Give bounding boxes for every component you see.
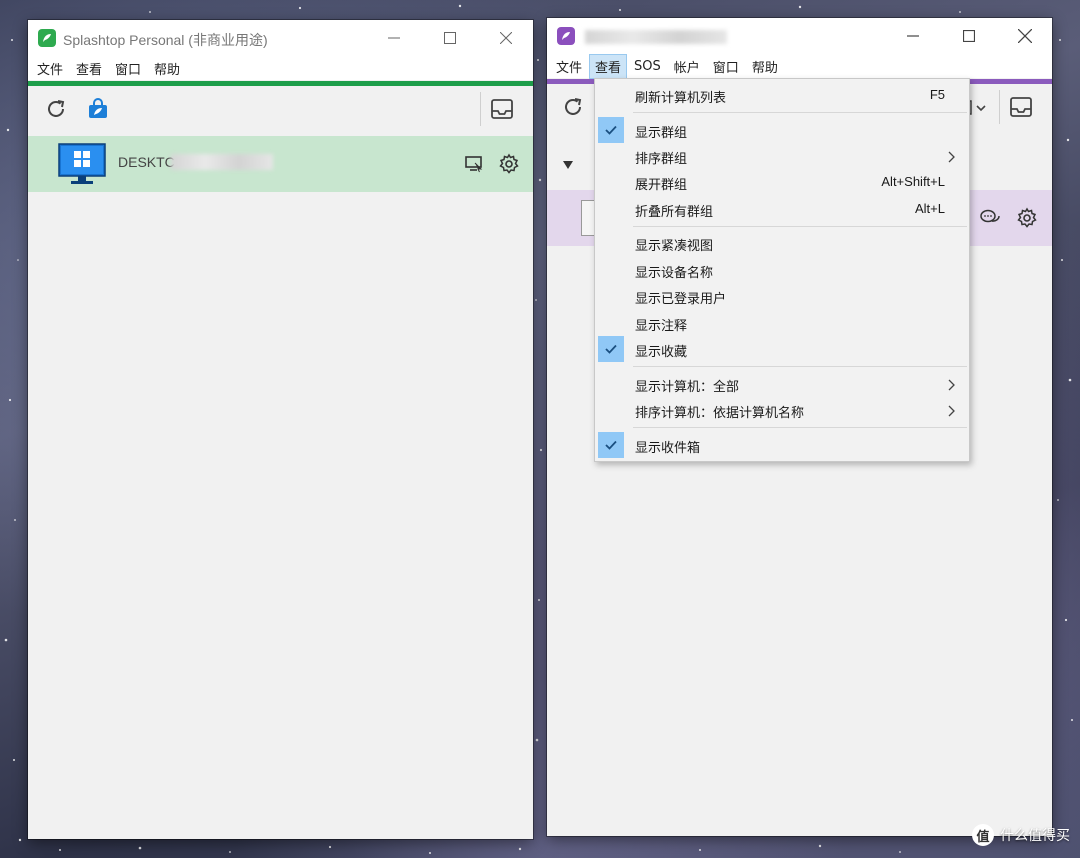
menu-separator	[633, 112, 967, 113]
menu-item-label: 展开群组	[635, 178, 688, 193]
menu-item-show-notes[interactable]: 显示注释	[595, 310, 969, 336]
group-expand-arrow-icon[interactable]	[563, 155, 573, 169]
close-button[interactable]	[483, 20, 529, 56]
title-bar[interactable]	[547, 18, 1052, 54]
menu-window[interactable]: 窗口	[708, 55, 744, 78]
menu-item-label: 显示已登录用户	[635, 292, 727, 307]
menu-item-show-logged-user[interactable]: 显示已登录用户	[595, 283, 969, 309]
submenu-arrow-icon	[947, 377, 957, 391]
computer-name: DESKTC	[118, 154, 175, 170]
menu-item-label: 显示收藏	[635, 345, 688, 360]
menu-item-label: 显示注释	[635, 319, 688, 334]
maximize-button[interactable]	[946, 18, 992, 54]
title-bar[interactable]: Splashtop Personal (非商业用途)	[28, 20, 533, 56]
watermark: 值 什么值得买	[972, 824, 1070, 846]
menu-sos[interactable]: SOS	[629, 57, 666, 76]
menu-item-label: 显示紧凑视图	[635, 239, 714, 254]
view-toggle-chevron-down-icon[interactable]	[966, 98, 991, 118]
menu-item-label: 刷新计算机列表	[635, 91, 727, 106]
menu-item-compact-view[interactable]: 显示紧凑视图	[595, 230, 969, 256]
refresh-icon[interactable]	[557, 91, 589, 123]
gear-icon[interactable]	[498, 153, 520, 175]
menu-window[interactable]: 窗口	[110, 57, 146, 80]
menu-item-show-favorites[interactable]: 显示收藏	[595, 336, 969, 362]
view-menu-dropdown: 刷新计算机列表 F5 显示群组 排序群组 展开群组 Alt+Shift+L 折叠…	[594, 78, 970, 462]
splashtop-personal-window: Splashtop Personal (非商业用途) 文件 查看 窗口 帮助 D…	[28, 20, 533, 839]
menu-item-show-groups[interactable]: 显示群组	[595, 117, 969, 143]
menu-item-sort-groups[interactable]: 排序群组	[595, 143, 969, 169]
check-icon	[598, 336, 624, 362]
remote-desktop-icon[interactable]	[464, 154, 484, 174]
splashtop-app-icon	[557, 27, 575, 45]
menu-bar: 文件 查看 SOS 帐户 窗口 帮助	[547, 53, 1052, 79]
menu-item-label: 排序计算机：依据计算机名称	[635, 406, 805, 421]
inbox-icon[interactable]	[486, 93, 518, 125]
chat-icon[interactable]	[979, 207, 1001, 229]
watermark-text: 什么值得买	[1000, 828, 1070, 844]
splashtop-app-icon	[38, 29, 56, 47]
redacted-name	[171, 154, 273, 170]
check-icon	[598, 432, 624, 458]
menu-view[interactable]: 查看	[589, 53, 628, 79]
menu-item-refresh-list[interactable]: 刷新计算机列表 F5	[595, 82, 969, 108]
store-bag-icon[interactable]	[82, 93, 114, 125]
menu-separator	[633, 366, 967, 367]
toolbar-separator	[480, 92, 481, 126]
check-icon	[598, 117, 624, 143]
menu-item-label: 显示群组	[635, 126, 688, 141]
computer-thumbnail	[581, 200, 595, 236]
menu-item-shortcut: Alt+L	[915, 201, 945, 216]
menu-item-label: 显示收件箱	[635, 441, 701, 456]
minimize-button[interactable]	[371, 20, 417, 56]
menu-item-label: 显示计算机：全部	[635, 380, 740, 395]
menu-item-label: 排序群组	[635, 152, 688, 167]
menu-file[interactable]: 文件	[32, 57, 68, 80]
menu-bar: 文件 查看 窗口 帮助	[28, 56, 533, 80]
menu-separator	[633, 427, 967, 428]
menu-item-label: 显示设备名称	[635, 266, 714, 281]
close-button[interactable]	[1002, 18, 1048, 54]
gear-icon[interactable]	[1016, 207, 1038, 229]
menu-item-label: 折叠所有群组	[635, 205, 714, 220]
menu-item-show-computers[interactable]: 显示计算机：全部	[595, 371, 969, 397]
submenu-arrow-icon	[947, 403, 957, 417]
menu-item-expand-groups[interactable]: 展开群组 Alt+Shift+L	[595, 169, 969, 195]
watermark-logo-icon: 值	[972, 824, 994, 846]
menu-item-show-inbox[interactable]: 显示收件箱	[595, 432, 969, 458]
toolbar	[28, 88, 533, 132]
redacted-title	[585, 30, 727, 44]
window-title: Splashtop Personal (非商业用途)	[63, 32, 268, 48]
menu-separator	[633, 226, 967, 227]
menu-item-show-device-name[interactable]: 显示设备名称	[595, 257, 969, 283]
menu-item-sort-computers[interactable]: 排序计算机：依据计算机名称	[595, 397, 969, 423]
menu-item-shortcut: Alt+Shift+L	[881, 174, 945, 189]
submenu-arrow-icon	[947, 149, 957, 163]
windows-monitor-icon	[58, 143, 106, 185]
menu-view[interactable]: 查看	[71, 57, 107, 80]
menu-help[interactable]: 帮助	[149, 57, 185, 80]
minimize-button[interactable]	[890, 18, 936, 54]
computer-row[interactable]: DESKTC	[28, 136, 533, 192]
refresh-icon[interactable]	[40, 93, 72, 125]
maximize-button[interactable]	[427, 20, 473, 56]
menu-account[interactable]: 帐户	[669, 55, 705, 78]
menu-help[interactable]: 帮助	[747, 55, 783, 78]
inbox-icon[interactable]	[1005, 91, 1037, 123]
accent-bar	[28, 81, 533, 86]
menu-file[interactable]: 文件	[551, 55, 587, 78]
toolbar-separator	[999, 90, 1000, 124]
menu-item-shortcut: F5	[929, 87, 945, 102]
menu-item-collapse-groups[interactable]: 折叠所有群组 Alt+L	[595, 196, 969, 222]
